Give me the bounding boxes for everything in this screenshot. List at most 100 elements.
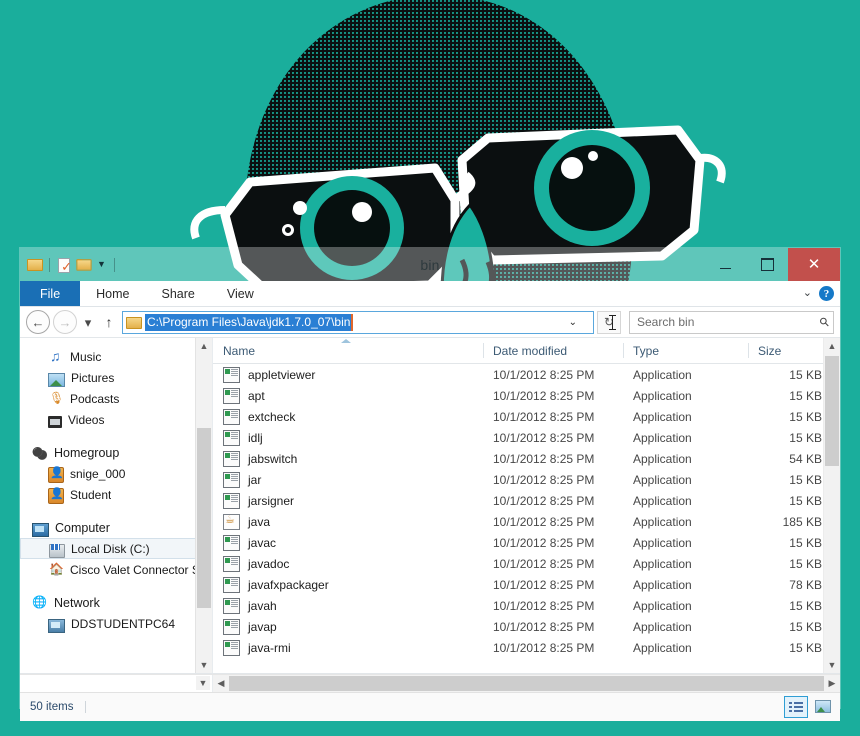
- address-input[interactable]: C:\Program Files\Java\jdk1.7.0_07\bin ⌄: [122, 310, 616, 334]
- details-view-button[interactable]: [784, 696, 808, 718]
- new-folder-icon[interactable]: [76, 258, 92, 271]
- sidebar-item-local-disk-c[interactable]: Local Disk (C:): [20, 538, 208, 559]
- scroll-right-icon[interactable]: ▶: [824, 675, 840, 692]
- sidebar-item-network[interactable]: Network: [20, 592, 212, 613]
- cell-date: 10/1/2012 8:25 PM: [493, 472, 595, 487]
- sidebar-label: Music: [70, 349, 102, 364]
- tab-file[interactable]: File: [20, 281, 81, 306]
- scroll-down-icon[interactable]: ▼: [196, 657, 212, 673]
- scroll-down-icon[interactable]: ▼: [196, 676, 210, 690]
- up-button[interactable]: ↑: [99, 311, 119, 333]
- table-row[interactable]: jar 10/1/2012 8:25 PM Application 15 KB: [213, 469, 840, 490]
- table-row[interactable]: java 10/1/2012 8:25 PM Application 185 K…: [213, 511, 840, 532]
- tab-view[interactable]: View: [211, 281, 270, 306]
- back-button[interactable]: ←: [26, 310, 50, 334]
- horizontal-scroll-track[interactable]: [229, 675, 824, 692]
- table-row[interactable]: javap 10/1/2012 8:25 PM Application 15 K…: [213, 616, 840, 637]
- address-dropdown-icon[interactable]: ⌄: [569, 317, 577, 328]
- scroll-up-icon[interactable]: ▲: [824, 338, 840, 354]
- large-icons-view-button[interactable]: [812, 696, 834, 716]
- table-row[interactable]: apt 10/1/2012 8:25 PM Application 15 KB: [213, 385, 840, 406]
- scroll-up-icon[interactable]: ▲: [196, 338, 212, 354]
- sidebar-label: Videos: [68, 412, 105, 427]
- application-icon: [223, 366, 240, 383]
- sidebar-item-homegroup[interactable]: Homegroup: [20, 442, 212, 463]
- maximize-button[interactable]: [746, 248, 788, 281]
- folder-icon[interactable]: [27, 258, 43, 271]
- sidebar-item-music[interactable]: Music: [20, 346, 212, 367]
- file-name: idlj: [248, 430, 263, 445]
- cell-type: Application: [633, 556, 692, 571]
- cell-name: jarsigner: [213, 490, 483, 511]
- network-icon: [32, 595, 48, 611]
- nav-group-gap: [20, 580, 212, 592]
- homegroup-icon: [32, 445, 48, 461]
- details-view-icon: [789, 701, 803, 713]
- sidebar-label: Podcasts: [70, 391, 120, 406]
- sidebar-item-podcasts[interactable]: Podcasts: [20, 388, 212, 409]
- sidebar-item-snige000[interactable]: snige_000: [20, 463, 212, 484]
- nav-group-gap: [20, 430, 212, 442]
- tab-share[interactable]: Share: [146, 281, 211, 306]
- sidebar-label: Computer: [55, 520, 110, 535]
- properties-icon[interactable]: [57, 257, 72, 274]
- table-row[interactable]: javadoc 10/1/2012 8:25 PM Application 15…: [213, 553, 840, 574]
- title-bar[interactable]: ▼ bin ✕: [20, 248, 840, 281]
- sidebar-label: Local Disk (C:): [71, 541, 150, 556]
- column-header-type[interactable]: Type: [623, 338, 748, 363]
- router-icon: [48, 562, 64, 578]
- file-list-scrollbar[interactable]: ▲ ▼: [823, 338, 840, 673]
- sidebar-item-computer[interactable]: Computer: [20, 517, 212, 538]
- file-rows: appletviewer 10/1/2012 8:25 PM Applicati…: [213, 364, 840, 658]
- table-row[interactable]: javac 10/1/2012 8:25 PM Application 15 K…: [213, 532, 840, 553]
- scroll-thumb[interactable]: [825, 356, 839, 466]
- chevron-down-icon[interactable]: ⌄: [803, 288, 812, 299]
- cell-name: java: [213, 511, 483, 532]
- sidebar-item-cisco-valet[interactable]: Cisco Valet Connector Se: [20, 559, 212, 580]
- cell-date: 10/1/2012 8:25 PM: [493, 493, 595, 508]
- java-icon: [223, 513, 240, 530]
- table-row[interactable]: javafxpackager 10/1/2012 8:25 PM Applica…: [213, 574, 840, 595]
- column-header-size[interactable]: Size: [748, 338, 832, 363]
- cell-date: 10/1/2012 8:25 PM: [493, 598, 595, 613]
- explorer-body: Music Pictures Podcasts Videos Homegroup: [20, 338, 840, 674]
- cell-name: extcheck: [213, 406, 483, 427]
- cell-size: 15 KB: [789, 493, 822, 508]
- help-icon[interactable]: ?: [819, 286, 834, 301]
- sidebar-item-student[interactable]: Student: [20, 484, 212, 505]
- sidebar-item-pictures[interactable]: Pictures: [20, 367, 212, 388]
- sidebar-item-videos[interactable]: Videos: [20, 409, 212, 430]
- file-explorer-window: ▼ bin ✕ File Home Share View ⌄ ? ← → ▾ ↑…: [20, 248, 840, 721]
- cell-type: Application: [633, 493, 692, 508]
- scroll-down-icon[interactable]: ▼: [824, 657, 840, 673]
- close-button[interactable]: ✕: [788, 248, 840, 281]
- sidebar-label: Student: [70, 487, 112, 502]
- table-row[interactable]: java-rmi 10/1/2012 8:25 PM Application 1…: [213, 637, 840, 658]
- cell-type: Application: [633, 409, 692, 424]
- search-input[interactable]: Search bin ⚲: [629, 310, 834, 334]
- table-row[interactable]: jarsigner 10/1/2012 8:25 PM Application …: [213, 490, 840, 511]
- cell-size: 78 KB: [789, 577, 822, 592]
- forward-button[interactable]: →: [53, 310, 77, 334]
- file-name: javah: [248, 598, 277, 613]
- table-row[interactable]: idlj 10/1/2012 8:25 PM Application 15 KB: [213, 427, 840, 448]
- scroll-left-icon[interactable]: ◀: [213, 675, 229, 692]
- customize-qat-icon[interactable]: ▼: [96, 260, 107, 269]
- ribbon-tabs: File Home Share View ⌄ ?: [20, 281, 840, 307]
- sidebar-item-ddstudentpc64[interactable]: DDSTUDENTPC64: [20, 613, 212, 634]
- minimize-button[interactable]: [704, 248, 746, 281]
- horizontal-scroll-thumb[interactable]: [229, 676, 824, 691]
- address-bar-row: ← → ▾ ↑ C:\Program Files\Java\jdk1.7.0_0…: [20, 307, 840, 338]
- column-header-date-modified[interactable]: Date modified: [483, 338, 623, 363]
- table-row[interactable]: appletviewer 10/1/2012 8:25 PM Applicati…: [213, 364, 840, 385]
- recent-locations-button[interactable]: ▾: [80, 311, 96, 333]
- application-icon: [223, 471, 240, 488]
- table-row[interactable]: jabswitch 10/1/2012 8:25 PM Application …: [213, 448, 840, 469]
- status-separator: [85, 701, 87, 713]
- table-row[interactable]: extcheck 10/1/2012 8:25 PM Application 1…: [213, 406, 840, 427]
- table-row[interactable]: javah 10/1/2012 8:25 PM Application 15 K…: [213, 595, 840, 616]
- navpane-scrollbar[interactable]: ▲ ▼: [195, 338, 212, 673]
- tab-home[interactable]: Home: [80, 281, 145, 306]
- scroll-thumb[interactable]: [197, 428, 211, 608]
- sidebar-label: Homegroup: [54, 445, 120, 460]
